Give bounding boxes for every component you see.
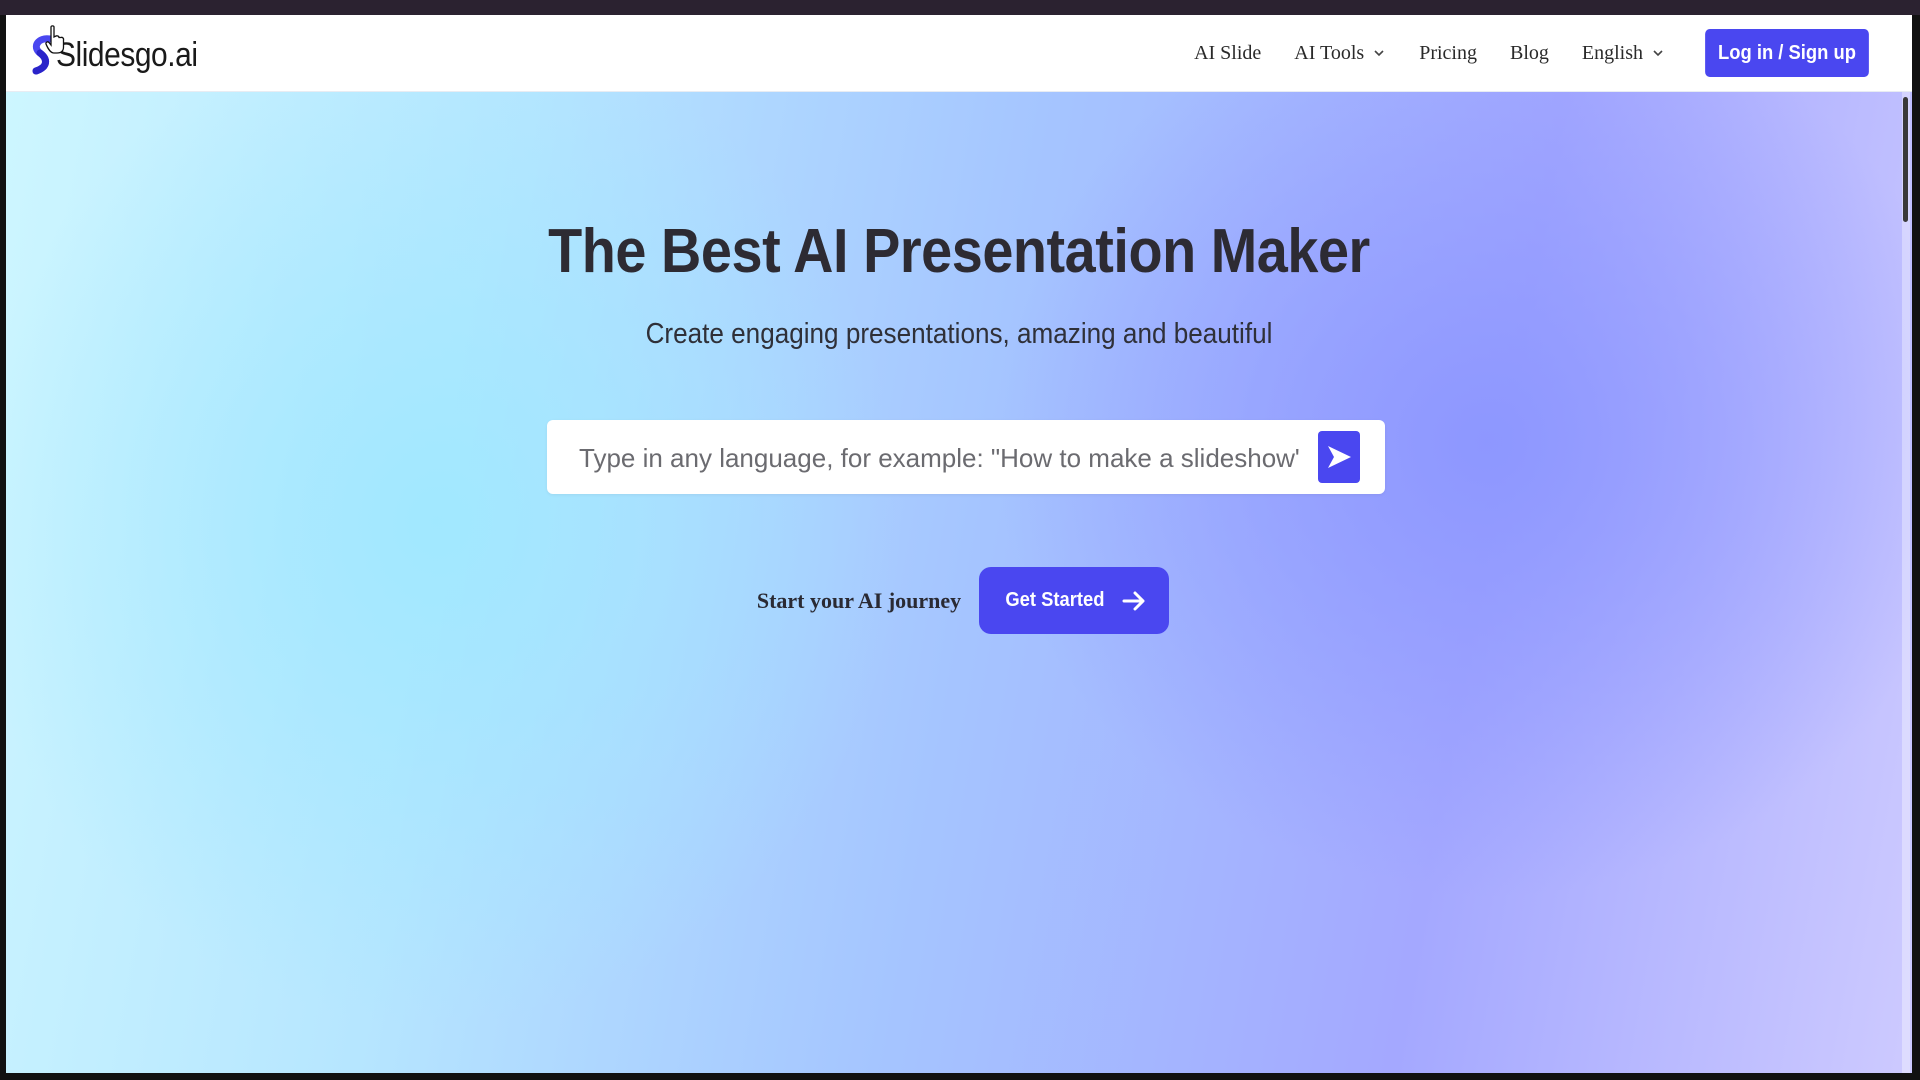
login-signup-button[interactable]: Log in / Sign up	[1705, 29, 1869, 77]
hero-title: The Best AI Presentation Maker	[548, 217, 1370, 286]
get-started-label: Get Started	[1005, 589, 1105, 611]
prompt-box	[547, 420, 1385, 496]
arrow-right-icon	[1122, 591, 1145, 610]
brand-name: Slidesgo.ai	[56, 35, 198, 74]
send-button[interactable]	[1318, 431, 1360, 483]
language-selector[interactable]: English	[1582, 42, 1665, 65]
cta-text: Start your AI journey	[756, 587, 962, 613]
nav-label: AI Slide	[1194, 41, 1262, 64]
page-scrollbar[interactable]	[1902, 92, 1910, 1073]
nav-item-ai-slide[interactable]: AI Slide	[1194, 42, 1261, 65]
chevron-down-icon	[1374, 50, 1384, 57]
cta-row: Start your AI journey Get Started	[6, 567, 1912, 634]
nav-label: Pricing	[1419, 41, 1477, 64]
site-header: Slidesgo.ai AI Slide AI Tools Pricing Bl…	[6, 15, 1912, 92]
nav-item-blog[interactable]: Blog	[1510, 42, 1549, 65]
main-nav: AI Slide AI Tools Pricing Blog English L…	[1161, 29, 1876, 77]
window-top-strip	[0, 0, 1920, 15]
prompt-input[interactable]	[577, 420, 1301, 496]
send-arrow-icon	[1328, 446, 1351, 468]
brand-logo[interactable]: Slidesgo.ai	[28, 33, 217, 77]
nav-item-pricing[interactable]: Pricing	[1419, 42, 1477, 65]
scrollbar-thumb[interactable]	[1903, 97, 1908, 222]
nav-item-ai-tools[interactable]: AI Tools	[1294, 42, 1386, 65]
language-label: English	[1581, 41, 1644, 64]
chevron-down-icon	[1653, 50, 1663, 57]
nav-label: Blog	[1509, 41, 1549, 64]
hero-subtitle: Create engaging presentations, amazing a…	[645, 318, 1273, 350]
get-started-button[interactable]: Get Started	[979, 567, 1170, 634]
nav-label: AI Tools	[1294, 41, 1365, 64]
browser-viewport: Slidesgo.ai AI Slide AI Tools Pricing Bl…	[6, 15, 1912, 1073]
hero-section: The Best AI Presentation Maker Create en…	[6, 92, 1912, 1073]
